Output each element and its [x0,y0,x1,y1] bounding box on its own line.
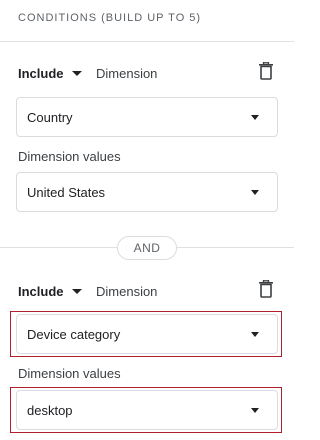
caret-down-icon [251,190,259,195]
caret-down-icon [251,332,259,337]
dimension-values-label: Dimension values [18,149,121,164]
dimension-select[interactable]: Country [16,97,278,137]
dimension-label: Dimension [96,284,158,299]
caret-down-icon [251,408,259,413]
include-label: Include [18,284,64,299]
trash-icon[interactable] [258,62,274,80]
dimension-values-select[interactable]: desktop [16,390,278,430]
dimension-label: Dimension [96,66,158,81]
trash-icon[interactable] [258,280,274,298]
header-title: CONDITIONS (BUILD UP TO 5) [18,12,202,24]
dimension-values-value: desktop [27,403,73,418]
conditions-header: CONDITIONS (BUILD UP TO 5) [0,0,294,42]
include-dropdown[interactable]: Include [18,66,82,81]
caret-down-icon [251,115,259,120]
dimension-values-select[interactable]: United States [16,172,278,212]
dimension-select-value: Country [27,110,73,125]
caret-down-icon [71,289,82,294]
include-dropdown[interactable]: Include [18,284,82,299]
caret-down-icon [71,71,82,76]
include-label: Include [18,66,64,81]
condition-1-row: Include Dimension [0,62,294,86]
dimension-select-value: Device category [27,327,121,342]
and-connector[interactable]: AND [117,236,177,260]
dimension-values-value: United States [27,185,106,200]
dimension-select[interactable]: Device category [16,314,278,354]
condition-2-row: Include Dimension [0,280,294,304]
dimension-values-label: Dimension values [18,366,121,381]
